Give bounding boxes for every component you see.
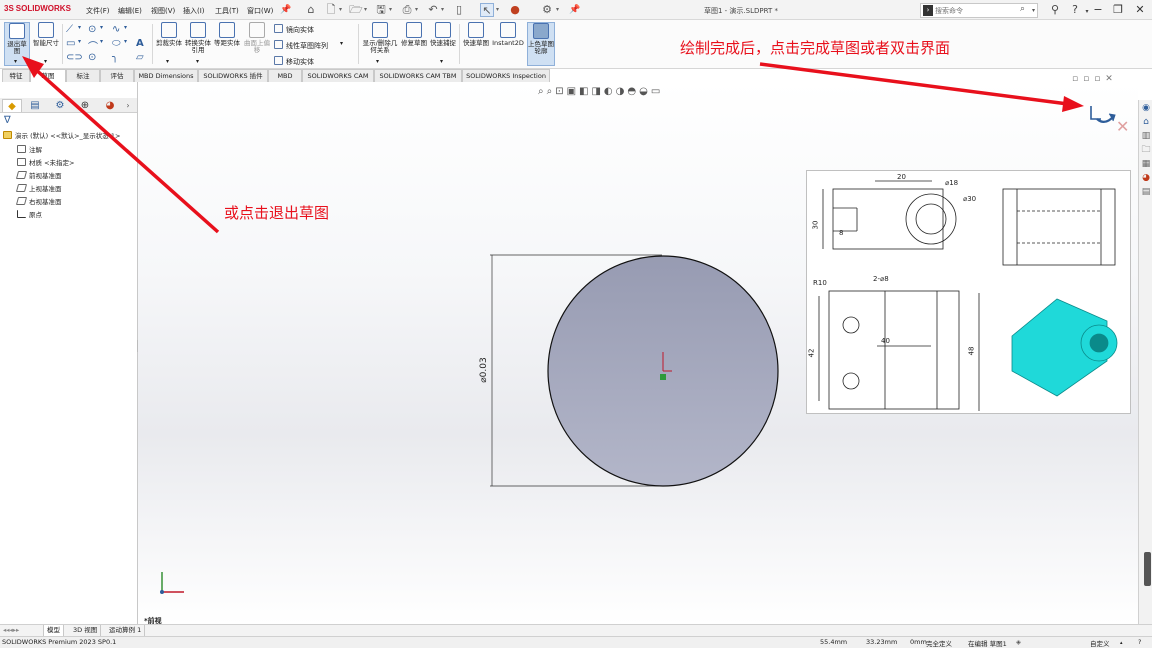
tab-motion-study[interactable]: 运动算例 1: [106, 625, 146, 636]
help-status-icon[interactable]: ?: [1138, 638, 1141, 646]
status-bar: SOLIDWORKS Premium 2023 SP0.1 55.4mm 33.…: [0, 636, 1152, 648]
annotation-arrows: [22, 56, 1084, 234]
status-y: 33.23mm: [866, 638, 898, 646]
units-dropdown-icon[interactable]: ▴: [1120, 640, 1123, 646]
tab-scroll-arrows-icon[interactable]: ◂◂◂▸▸: [0, 625, 44, 636]
status-units[interactable]: 自定义: [1090, 638, 1110, 648]
tab-model[interactable]: 模型: [44, 625, 64, 636]
rebuild-status-icon[interactable]: ◈: [1016, 638, 1021, 646]
annotation-arrow-left: [32, 66, 220, 234]
status-product: SOLIDWORKS Premium 2023 SP0.1: [2, 638, 117, 646]
annotation-arrow-right: [759, 62, 1069, 106]
status-x: 55.4mm: [820, 638, 848, 646]
annotation-arrowhead-right: [1062, 96, 1084, 112]
bottom-tabs: ◂◂◂▸▸ 模型 3D 视图 运动算例 1: [0, 624, 1152, 636]
annotation-exit-sketch: 或点击退出草图: [224, 204, 330, 222]
reference-triad: [160, 572, 184, 594]
annotation-finish-sketch: 绘制完成后，点击完成草图或者双击界面: [680, 39, 951, 57]
tab-3d-views[interactable]: 3D 视图: [70, 625, 102, 636]
status-sketch-state: 完全定义: [926, 640, 952, 648]
status-editing: 在编辑 草图1: [968, 640, 1007, 648]
status-z: 0mm: [910, 638, 927, 646]
